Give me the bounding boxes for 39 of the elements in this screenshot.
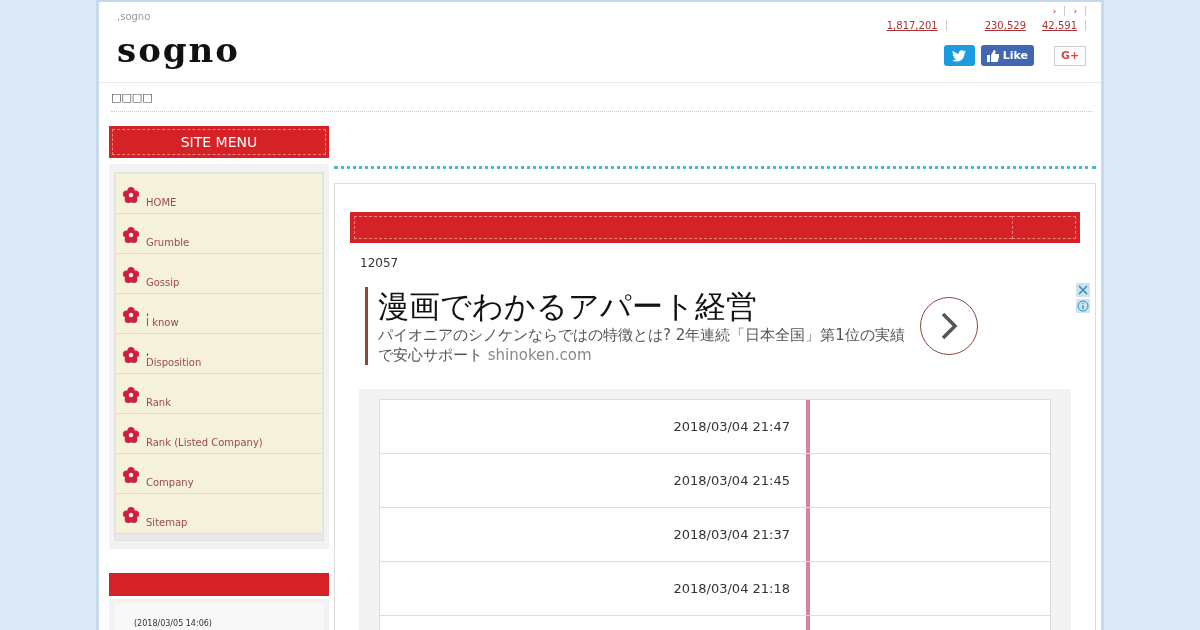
ad-headline[interactable]: 漫画でわかるアパート経営 (378, 287, 908, 325)
menu-item[interactable]: Grumble (116, 214, 322, 254)
flower-icon (122, 426, 140, 444)
chevron-link[interactable]: › (1065, 6, 1086, 16)
menu-item[interactable]: Company (116, 454, 322, 494)
flower-icon (122, 266, 140, 284)
site-tagline: ,sogno (117, 11, 152, 22)
count-link[interactable]: 42,591 (1034, 20, 1086, 31)
thumbs-up-icon (986, 49, 999, 62)
bird-icon (952, 49, 967, 62)
count-link[interactable]: 1,817,201 (878, 20, 947, 31)
menu-item[interactable]: HOME (116, 174, 322, 214)
menu-item[interactable]: Gossip (116, 254, 322, 294)
site-logo[interactable]: sogno (117, 30, 240, 70)
flower-icon (122, 346, 140, 364)
nav-link[interactable]: □□□□ (111, 90, 153, 104)
like-button[interactable]: Like (980, 45, 1034, 66)
flower-icon (122, 466, 140, 484)
menu-item[interactable]: , I know (116, 294, 322, 334)
twitter-button[interactable] (943, 45, 975, 66)
view-count: 12057 (360, 256, 400, 270)
close-icon[interactable] (1076, 283, 1090, 297)
menu-item[interactable]: Sitemap (116, 494, 322, 534)
info-icon[interactable] (1076, 299, 1090, 313)
menu-item[interactable]: , Disposition (116, 334, 322, 374)
menu-title: SITE MENU (112, 129, 326, 155)
menu-item[interactable]: Rank (Listed Company) (116, 414, 322, 454)
google-plus-button[interactable]: G+ (1054, 45, 1086, 66)
flower-icon (122, 226, 140, 244)
chevron-right-icon (939, 311, 959, 341)
menu-item[interactable]: Rank (116, 374, 322, 414)
flower-icon (122, 386, 140, 404)
ad-description[interactable]: パイオニアのシノケンならではの特徴とは? 2年連続「日本全国」第1位の実績で安心サポート shinoken.com (378, 325, 908, 365)
chevron-link[interactable]: › (1044, 6, 1066, 16)
count-link[interactable]: 230,529 (976, 20, 1034, 31)
flower-icon (122, 506, 140, 524)
post-date: (2018/03/05 14:06) (134, 619, 212, 628)
flower-icon (122, 186, 140, 204)
flower-icon (122, 306, 140, 324)
